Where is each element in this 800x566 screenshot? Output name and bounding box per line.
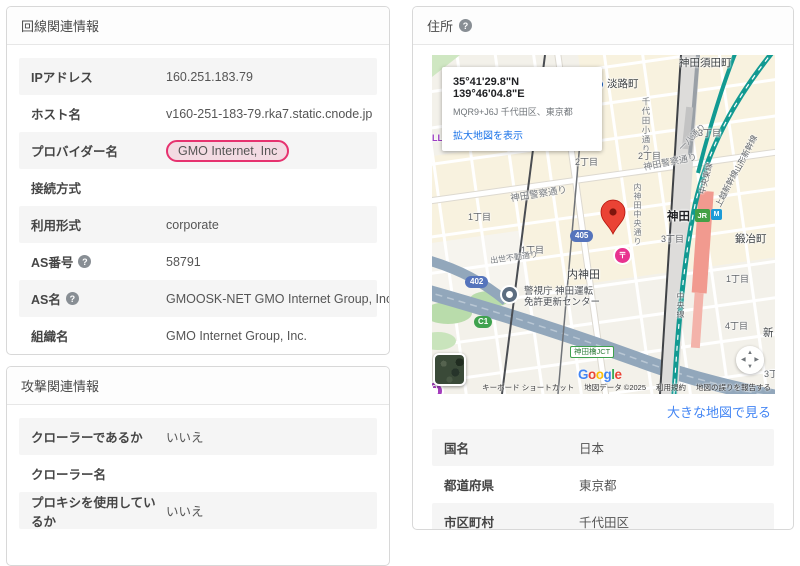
map-label: 中央線 bbox=[676, 292, 685, 319]
table-row: 利用形式 corporate bbox=[19, 206, 377, 243]
table-row: IPアドレス 160.251.183.79 bbox=[19, 58, 377, 95]
table-row: 組織名 GMO Internet Group, Inc. bbox=[19, 317, 377, 354]
row-label: 利用形式 bbox=[31, 219, 82, 233]
map-label: 1丁目 bbox=[468, 212, 492, 222]
uses-proxy-value: いいえ bbox=[166, 505, 204, 519]
terms-link[interactable]: 利用規約 bbox=[656, 382, 686, 393]
is-crawler-value: いいえ bbox=[166, 431, 204, 445]
map-label: 内神田 bbox=[567, 269, 600, 281]
post-office-icon[interactable]: 〒 bbox=[615, 248, 630, 263]
city-value: 千代田区 bbox=[579, 516, 630, 530]
table-row: 市区町村 千代田区 bbox=[432, 503, 774, 530]
route-405-badge: 405 bbox=[570, 230, 594, 242]
row-label: クローラーであるか bbox=[31, 431, 143, 445]
table-row: プロバイダー名 GMO Internet, Inc bbox=[19, 132, 377, 169]
as-name-value: GMOOSK-NET GMO Internet Group, Inc. bbox=[166, 291, 390, 306]
table-row: AS番号 ? 58791 bbox=[19, 243, 377, 280]
map-label: 神田須田町 bbox=[679, 57, 732, 69]
tokyo-metro-badge: M bbox=[711, 209, 722, 220]
map-info-window: 35°41'29.8"N 139°46'04.8"E MQR9+J6J 千代田区… bbox=[442, 67, 602, 151]
keyboard-shortcuts-link[interactable]: キーボード ショートカット bbox=[482, 382, 574, 393]
map-label: 内神田中央通り bbox=[633, 183, 642, 246]
line-info-card-title: 回線関連情報 bbox=[7, 7, 389, 45]
table-row: AS名 ? GMOOSK-NET GMO Internet Group, Inc… bbox=[19, 280, 389, 317]
table-row: プロキシを使用しているか いいえ bbox=[19, 492, 377, 529]
map-label: 3丁 bbox=[764, 369, 775, 379]
google-logo: Google bbox=[578, 367, 622, 382]
attack-info-card: 攻撃関連情報 クローラーであるか いいえ クローラー名 プロキシを使用しているか… bbox=[6, 366, 390, 566]
plus-code-text: MQR9+J6J 千代田区、東京都 bbox=[453, 107, 573, 117]
line-info-card: 回線関連情報 IPアドレス 160.251.183.79 ホスト名 v160-2… bbox=[6, 6, 390, 355]
as-number-value: 58791 bbox=[166, 254, 201, 269]
row-label: プロキシを使用しているか bbox=[31, 495, 156, 529]
jr-line-badge: JR bbox=[695, 209, 710, 222]
map-label: 千代田小通り bbox=[641, 97, 651, 154]
google-map-embed[interactable]: 35°41'29.8"N 139°46'04.8"E MQR9+J6J 千代田区… bbox=[432, 55, 775, 394]
map-label: 鍛冶町 bbox=[735, 233, 767, 245]
route-402-badge: 402 bbox=[465, 276, 489, 288]
table-row: ホスト名 v160-251-183-79.rka7.static.cnode.j… bbox=[19, 95, 377, 132]
usage-type-value: corporate bbox=[166, 217, 219, 232]
map-label: 3丁目 bbox=[698, 128, 722, 138]
map-label: 3丁目 bbox=[661, 234, 685, 244]
table-row: 接続方式 bbox=[19, 169, 377, 206]
police-center-icon[interactable] bbox=[502, 287, 517, 302]
row-label: 都道府県 bbox=[444, 479, 495, 493]
table-row: クローラー名 bbox=[19, 455, 377, 492]
map-attribution: キーボード ショートカット 地図データ ©2025 利用規約 地図の誤りを報告す… bbox=[432, 382, 771, 393]
address-card: 住所 ? 35°41'29.8"N 139°46'04.8"E MQR9+J6J… bbox=[412, 6, 794, 530]
map-label: 2丁目 bbox=[575, 157, 599, 167]
map-label: 免許更新センター bbox=[524, 297, 601, 308]
row-label: AS名 ? bbox=[31, 289, 166, 308]
table-row: 国名 日本 bbox=[432, 429, 774, 466]
map-label: 1丁目 bbox=[726, 274, 750, 284]
provider-highlight-annotation: GMO Internet, Inc bbox=[166, 139, 290, 162]
row-label: クローラー名 bbox=[31, 468, 107, 482]
map-label-kanda-station: 神田 bbox=[667, 211, 690, 223]
table-row: 都道府県 東京都 bbox=[432, 466, 774, 503]
view-larger-map-link[interactable]: 大きな地図で見る bbox=[432, 394, 774, 426]
prefecture-value: 東京都 bbox=[579, 479, 617, 493]
attack-info-card-title: 攻撃関連情報 bbox=[7, 367, 389, 405]
row-label: IPアドレス bbox=[31, 71, 93, 85]
map-label: 新日 bbox=[763, 327, 775, 339]
row-label: AS番号 ? bbox=[31, 252, 166, 271]
table-row: クローラーであるか いいえ bbox=[19, 418, 377, 455]
row-label: ホスト名 bbox=[31, 108, 82, 122]
kandabashi-jct-badge: 神田橋JCT bbox=[570, 346, 615, 358]
org-name-value: GMO Internet Group, Inc. bbox=[166, 328, 308, 343]
map-label: 4丁目 bbox=[725, 321, 749, 331]
map-data-text: 地図データ ©2025 bbox=[584, 383, 646, 392]
help-icon[interactable]: ? bbox=[65, 292, 79, 305]
row-label: プロバイダー名 bbox=[31, 145, 119, 159]
help-icon[interactable]: ? bbox=[459, 19, 473, 32]
hostname-value: v160-251-183-79.rka7.static.cnode.jp bbox=[166, 106, 373, 121]
satellite-view-toggle[interactable] bbox=[433, 353, 466, 386]
row-label: 国名 bbox=[444, 442, 470, 456]
row-label: 接続方式 bbox=[31, 182, 82, 196]
map-label: 淡路町 bbox=[607, 78, 639, 90]
row-label: 組織名 bbox=[31, 330, 69, 344]
row-label: 市区町村 bbox=[444, 516, 495, 530]
address-card-title: 住所 bbox=[427, 19, 454, 34]
report-error-link[interactable]: 地図の誤りを報告する bbox=[696, 382, 771, 393]
coordinates-text: 35°41'29.8"N 139°46'04.8"E bbox=[453, 76, 525, 100]
pan-compass-control[interactable]: ▲ ▼ ◀ ▶ bbox=[736, 346, 764, 374]
ip-address-value: 160.251.183.79 bbox=[166, 69, 253, 84]
help-icon[interactable]: ? bbox=[78, 255, 92, 268]
country-value: 日本 bbox=[579, 442, 605, 456]
c1-expressway-badge: C1 bbox=[474, 316, 493, 328]
expand-map-link[interactable]: 拡大地図を表示 bbox=[453, 127, 591, 142]
